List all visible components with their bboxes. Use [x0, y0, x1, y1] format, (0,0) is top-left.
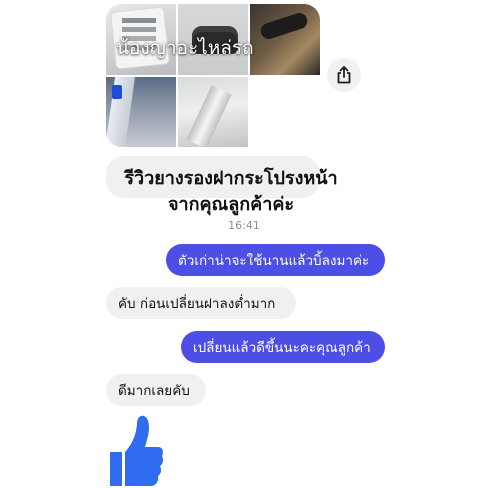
message-timestamp: 16:41	[228, 219, 260, 232]
review-message-line: จากคุณลูกค้าค่ะ	[167, 194, 295, 215]
incoming-message[interactable]: ดีมากเลยคับ	[106, 374, 206, 406]
outgoing-message[interactable]: เปลี่ยนแล้วดีขึ้นนะคะคุณลูกค้า	[181, 331, 385, 363]
photo-thumbnail[interactable]	[106, 76, 176, 147]
review-message-text: รีวิวยางรองฝากระโปรงหน้า จากคุณลูกค้าค่ะ	[106, 166, 356, 218]
review-message-line: รีวิวยางรองฝากระโปรงหน้า	[124, 168, 338, 189]
photo-thumbnail[interactable]	[250, 4, 320, 75]
photo-thumbnail[interactable]	[178, 76, 248, 147]
share-icon	[337, 66, 351, 84]
share-button[interactable]	[327, 58, 361, 92]
incoming-message[interactable]: คับ ก่อนเปลี่ยนฝาลงต่ำมาก	[106, 287, 296, 319]
outgoing-message[interactable]: ตัวเก่าน่าจะใช้นานแล้วบิ้ลงมาค่ะ	[166, 244, 385, 276]
photo-attachment-grid[interactable]	[106, 4, 320, 147]
photo-caption-overlay: น้องญาอะไหล่รถ	[116, 37, 254, 59]
photo-thumbnail-empty	[250, 76, 320, 147]
thumbs-up-icon[interactable]	[108, 414, 164, 488]
